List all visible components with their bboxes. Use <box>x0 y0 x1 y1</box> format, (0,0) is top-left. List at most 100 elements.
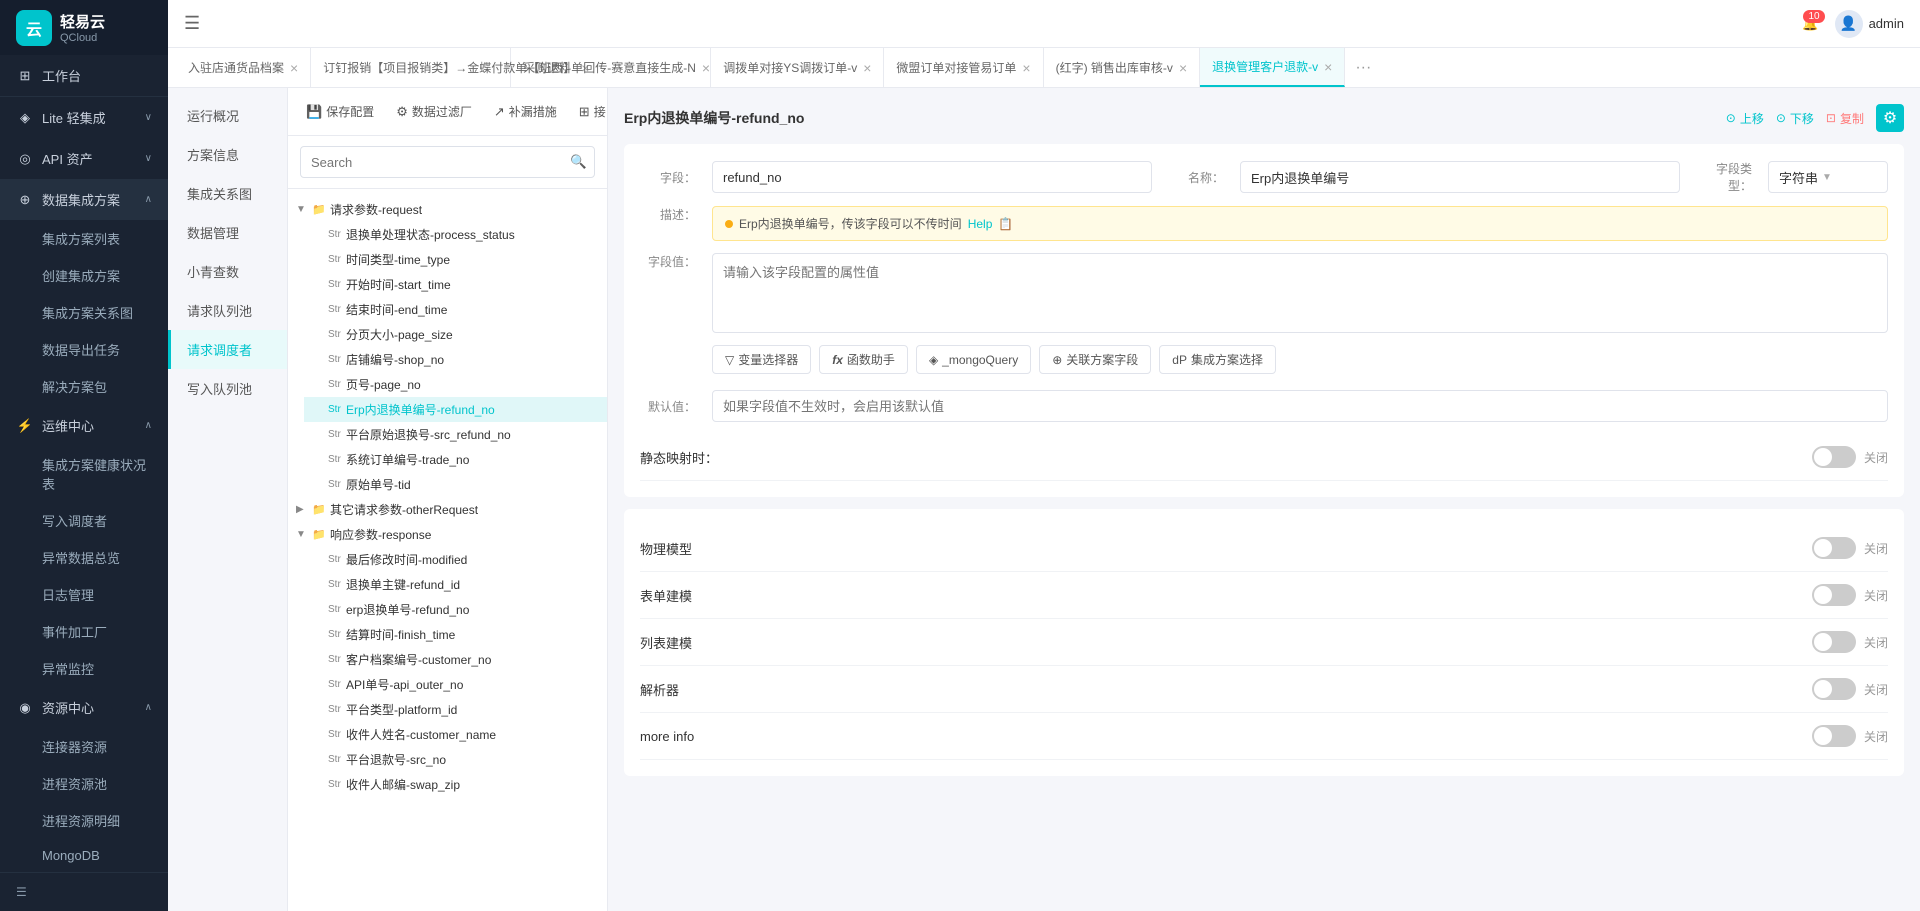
tree-node-end-time[interactable]: Str 结束时间-end_time <box>304 297 607 322</box>
tree-node-time-type[interactable]: Str 时间类型-time_type <box>304 247 607 272</box>
tree-node-tid[interactable]: Str 原始单号-tid <box>304 472 607 497</box>
left-nav-small-count[interactable]: 小青查数 <box>168 252 287 291</box>
field-type-select[interactable]: 字符串 ▼ <box>1768 161 1888 193</box>
left-nav-solution-info[interactable]: 方案信息 <box>168 135 287 174</box>
sidebar-sub-integration-list[interactable]: 集成方案列表 <box>0 220 168 257</box>
tree-node-trade-no[interactable]: Str 系统订单编号-trade_no <box>304 447 607 472</box>
tab-5[interactable]: 微盟订单对接管易订单 × <box>884 48 1043 87</box>
sidebar-item-api[interactable]: ◎ API 资产 ∨ <box>0 138 168 179</box>
tab-6-close[interactable]: × <box>1179 61 1187 75</box>
desc-help-link[interactable]: Help <box>968 217 993 231</box>
tab-4-close[interactable]: × <box>863 61 871 75</box>
tree-node-modified[interactable]: Str 最后修改时间-modified <box>304 547 607 572</box>
func-helper-btn[interactable]: fx 函数助手 <box>819 345 908 374</box>
form-build-toggle[interactable] <box>1812 584 1856 606</box>
tab-1-close[interactable]: × <box>290 61 298 75</box>
field-name-row: 字段： refund_no 名称： Erp内退换单编号 字段类型： 字符串 ▼ <box>640 160 1888 194</box>
tree-node-customer-no[interactable]: Str 客户档案编号-customer_no <box>304 647 607 672</box>
related-field-btn[interactable]: ⊕ 关联方案字段 <box>1039 345 1151 374</box>
sidebar-bottom-menu[interactable]: ☰ <box>0 872 168 911</box>
tab-3-close[interactable]: × <box>702 61 710 75</box>
notification-bell[interactable]: 🔔 10 <box>1802 16 1818 32</box>
action-up[interactable]: ⊙ 上移 <box>1726 110 1764 127</box>
tree-node-refund-no[interactable]: Str Erp内退换单编号-refund_no <box>304 397 607 422</box>
tab-3[interactable]: 采购退料单回传-赛意直接生成-N × <box>511 48 711 87</box>
toolbar-supplement[interactable]: ↗ 补漏措施 <box>484 97 567 126</box>
value-textarea[interactable] <box>712 253 1888 333</box>
tree-node-platform-id[interactable]: Str 平台类型-platform_id <box>304 697 607 722</box>
left-nav-request-queue[interactable]: 请求队列池 <box>168 291 287 330</box>
sidebar-sub-connector[interactable]: 连接器资源 <box>0 728 168 765</box>
left-nav-relation-view[interactable]: 集成关系图 <box>168 174 287 213</box>
var-selector-btn[interactable]: ▽ 变量选择器 <box>712 345 811 374</box>
default-value-input[interactable] <box>712 390 1888 422</box>
sidebar-item-workspace[interactable]: ⊞ 工作台 <box>0 55 168 96</box>
toolbar-interface-view[interactable]: ⊞ 接口信息视图 <box>569 97 607 126</box>
tree-node-finish-time[interactable]: Str 结算时间-finish_time <box>304 622 607 647</box>
left-nav-overview[interactable]: 运行概况 <box>168 96 287 135</box>
sidebar-sub-mongodb[interactable]: MongoDB <box>0 839 168 872</box>
sidebar-sub-relation-graph[interactable]: 集成方案关系图 <box>0 294 168 331</box>
tree-node-shop-no[interactable]: Str 店铺编号-shop_no <box>304 347 607 372</box>
tab-7[interactable]: 退换管理客户退款-v × <box>1200 48 1345 87</box>
tree-node-src-refund-no[interactable]: Str 平台原始退换号-src_refund_no <box>304 422 607 447</box>
tree-node-response-params-row[interactable]: ▼ 📁 响应参数-response <box>288 522 607 547</box>
sidebar-item-data-integration[interactable]: ⊕ 数据集成方案 ∧ <box>0 179 168 220</box>
action-down[interactable]: ⊙ 下移 <box>1776 110 1814 127</box>
sidebar-sub-write-debug[interactable]: 写入调度者 <box>0 502 168 539</box>
solution-select-btn[interactable]: dP 集成方案选择 <box>1159 345 1276 374</box>
tree-node-refund-id[interactable]: Str 退换单主键-refund_id <box>304 572 607 597</box>
tree-node-erp-refund-no[interactable]: Str erp退换单号-refund_no <box>304 597 607 622</box>
tab-5-close[interactable]: × <box>1022 61 1030 75</box>
sidebar-sub-health-status[interactable]: 集成方案健康状况表 <box>0 446 168 502</box>
tree-node-page-no[interactable]: Str 页号-page_no <box>304 372 607 397</box>
sidebar-sub-process-detail[interactable]: 进程资源明细 <box>0 802 168 839</box>
tree-node-swap-zip[interactable]: Str 收件人邮编-swap_zip <box>304 772 607 797</box>
toolbar-save-config[interactable]: 💾 保存配置 <box>296 97 384 126</box>
sidebar-sub-create-integration[interactable]: 创建集成方案 <box>0 257 168 294</box>
left-nav-request-debug[interactable]: 请求调度者 <box>168 330 287 369</box>
sidebar-item-lite[interactable]: ◈ Lite 轻集成 ∨ <box>0 97 168 138</box>
sidebar-sub-data-export[interactable]: 数据导出任务 <box>0 331 168 368</box>
physical-model-toggle[interactable] <box>1812 537 1856 559</box>
tree-node-start-time[interactable]: Str 开始时间-start_time <box>304 272 607 297</box>
sidebar-sub-process-pool[interactable]: 进程资源池 <box>0 765 168 802</box>
physical-model-toggle-area: 关闭 <box>1812 537 1888 559</box>
left-nav-data-mgmt[interactable]: 数据管理 <box>168 213 287 252</box>
more-info-toggle[interactable] <box>1812 725 1856 747</box>
sidebar-sub-solution-package[interactable]: 解决方案包 <box>0 368 168 405</box>
tree-node-page-size[interactable]: Str 分页大小-page_size <box>304 322 607 347</box>
settings-icon-right[interactable]: ⚙ <box>1876 104 1904 132</box>
field-alias-value: Erp内退换单编号 <box>1240 161 1680 193</box>
tab-1[interactable]: 入驻店通货品档案 × <box>176 48 311 87</box>
sidebar-sub-event-factory[interactable]: 事件加工厂 <box>0 613 168 650</box>
desc-help-icon[interactable]: 📋 <box>998 217 1013 231</box>
tree-node-api-outer-no[interactable]: Str API单号-api_outer_no <box>304 672 607 697</box>
left-nav-write-queue[interactable]: 写入队列池 <box>168 369 287 408</box>
tree-node-src-no[interactable]: Str 平台退款号-src_no <box>304 747 607 772</box>
list-build-toggle[interactable] <box>1812 631 1856 653</box>
tree-node-request-params-row[interactable]: ▼ 📁 请求参数-request <box>288 197 607 222</box>
search-input[interactable] <box>300 146 595 178</box>
sidebar-item-resource[interactable]: ◉ 资源中心 ∧ <box>0 687 168 728</box>
menu-icon[interactable]: ☰ <box>184 13 200 34</box>
search-button[interactable]: 🔍 <box>570 154 587 170</box>
tab-2[interactable]: 订钉报销【项目报销类】→金蝶付款单【班西】 × <box>311 48 511 87</box>
action-copy[interactable]: ⊡ 复制 <box>1826 110 1864 127</box>
tab-6[interactable]: (红字) 销售出库审核-v × <box>1044 48 1201 87</box>
tab-4[interactable]: 调拨单对接YS调拨订单-v × <box>711 48 884 87</box>
tab-more[interactable]: ··· <box>1345 48 1381 87</box>
static-map-toggle[interactable] <box>1812 446 1856 468</box>
mongo-query-btn[interactable]: ◈ _mongoQuery <box>916 345 1031 374</box>
user-area[interactable]: 👤 admin <box>1835 10 1904 38</box>
tree-node-customer-name[interactable]: Str 收件人姓名-customer_name <box>304 722 607 747</box>
parser-toggle[interactable] <box>1812 678 1856 700</box>
tree-node-other-request-row[interactable]: ▶ 📁 其它请求参数-otherRequest <box>288 497 607 522</box>
sidebar-sub-log-mgmt[interactable]: 日志管理 <box>0 576 168 613</box>
tree-node-process-status[interactable]: Str 退换单处理状态-process_status <box>304 222 607 247</box>
toolbar-data-filter[interactable]: ⚙ 数据过滤厂 <box>386 97 482 126</box>
sidebar-sub-anomaly-monitor[interactable]: 异常监控 <box>0 650 168 687</box>
tab-7-close[interactable]: × <box>1324 60 1332 74</box>
sidebar-item-ops[interactable]: ⚡ 运维中心 ∧ <box>0 405 168 446</box>
sidebar-sub-anomaly-data[interactable]: 异常数据总览 <box>0 539 168 576</box>
